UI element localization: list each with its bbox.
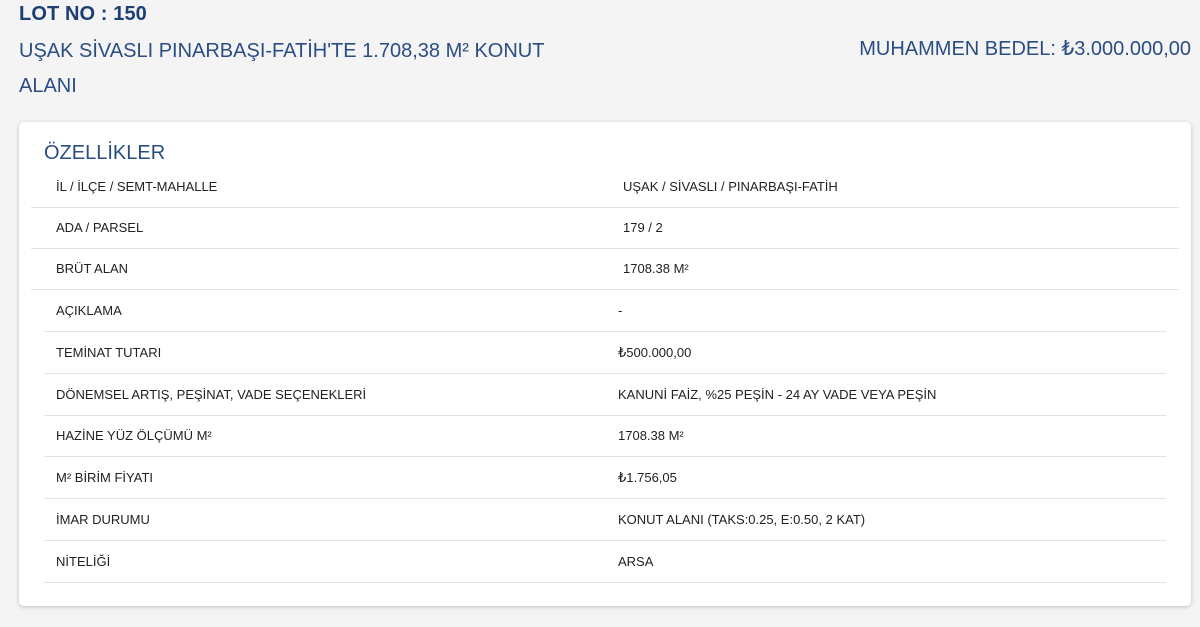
feature-label: HAZİNE YÜZ ÖLÇÜMÜ M² xyxy=(56,428,212,443)
estimated-price: MUHAMMEN BEDEL: ₺3.000.000,00 xyxy=(859,38,1191,60)
feature-row-location: İL / İLÇE / SEMT-MAHALLE UŞAK / SİVASLI … xyxy=(31,167,1179,208)
feature-value: KONUT ALANI (TAKS:0.25, E:0.50, 2 KAT) xyxy=(618,512,866,527)
feature-label: DÖNEMSEL ARTIŞ, PEŞİNAT, VADE SEÇENEKLER… xyxy=(56,387,367,402)
lot-number: LOT NO : 150 xyxy=(19,3,147,25)
feature-label: İMAR DURUMU xyxy=(56,512,150,527)
feature-label: NİTELİĞİ xyxy=(56,554,111,569)
features-card: ÖZELLİKLER İL / İLÇE / SEMT-MAHALLE UŞAK… xyxy=(19,122,1191,606)
feature-value: ₺1.756,05 xyxy=(618,470,677,485)
feature-value: 179 / 2 xyxy=(623,220,663,235)
feature-row-unit-price: M² BİRİM FİYATI ₺1.756,05 xyxy=(44,458,1166,499)
feature-row-payment-options: DÖNEMSEL ARTIŞ, PEŞİNAT, VADE SEÇENEKLER… xyxy=(44,375,1166,416)
feature-row-deposit: TEMİNAT TUTARI ₺500.000,00 xyxy=(44,333,1166,374)
feature-label: M² BİRİM FİYATI xyxy=(56,470,154,485)
feature-label: İL / İLÇE / SEMT-MAHALLE xyxy=(56,179,218,194)
feature-value: 1708.38 M² xyxy=(618,428,684,443)
feature-row-description: AÇIKLAMA - xyxy=(44,291,1166,332)
feature-label: AÇIKLAMA xyxy=(56,303,122,318)
feature-label: ADA / PARSEL xyxy=(56,220,144,235)
feature-row-treasury-area: HAZİNE YÜZ ÖLÇÜMÜ M² 1708.38 M² xyxy=(44,416,1166,457)
feature-label: BRÜT ALAN xyxy=(56,261,129,276)
feature-row-gross-area: BRÜT ALAN 1708.38 M² xyxy=(31,249,1179,290)
feature-row-quality: NİTELİĞİ ARSA xyxy=(44,542,1166,583)
feature-row-parcel: ADA / PARSEL 179 / 2 xyxy=(31,208,1179,249)
feature-value: ₺500.000,00 xyxy=(618,345,692,360)
feature-value: - xyxy=(618,303,623,318)
feature-value: ARSA xyxy=(618,554,654,569)
feature-value: KANUNİ FAİZ, %25 PEŞİN - 24 AY VADE VEYA… xyxy=(618,387,937,402)
feature-value: 1708.38 M² xyxy=(623,261,689,276)
feature-label: TEMİNAT TUTARI xyxy=(56,345,162,360)
lot-title: UŞAK SİVASLI PINARBAŞI-FATİH'TE 1.708,38… xyxy=(19,40,545,97)
feature-row-zoning: İMAR DURUMU KONUT ALANI (TAKS:0.25, E:0.… xyxy=(44,500,1166,541)
feature-value: UŞAK / SİVASLI / PINARBAŞI-FATİH xyxy=(623,179,838,194)
features-title: ÖZELLİKLER xyxy=(44,142,166,164)
